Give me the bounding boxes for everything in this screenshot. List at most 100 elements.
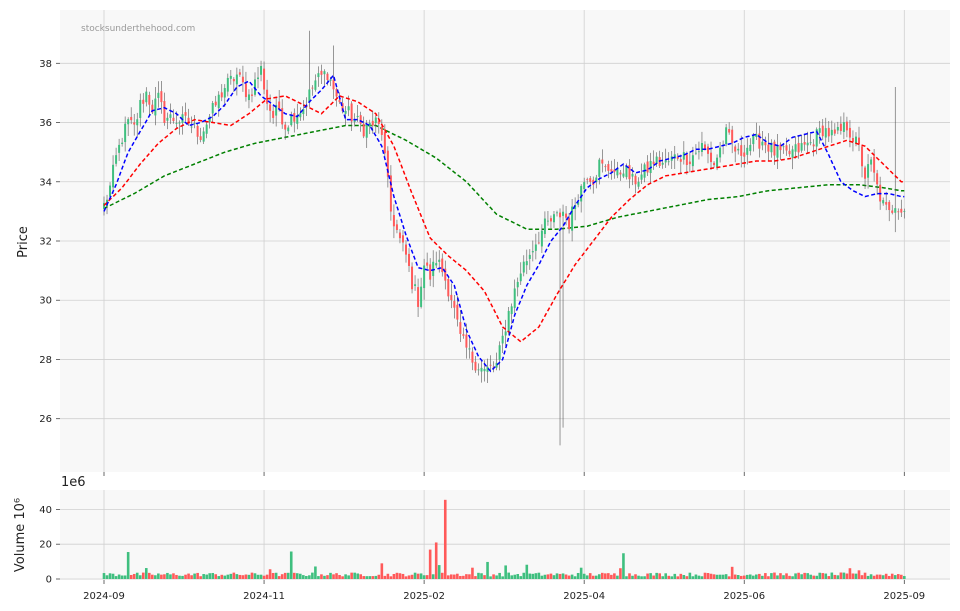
volume-bar [434,542,438,579]
volume-bar [588,573,592,579]
volume-bar [459,575,462,579]
volume-bar [265,574,269,579]
candle-body [408,253,411,266]
volume-bar [679,573,683,579]
candle-body [522,261,525,273]
candle-body [435,263,438,266]
x-tick-label: 2025-02 [403,591,445,602]
candle-body [725,127,728,145]
candle-body [229,75,232,79]
candle-body [903,210,906,212]
volume-bar [785,573,788,579]
candle-body [803,142,806,145]
candle-body [214,101,217,106]
volume-bar [453,574,456,579]
volume-bar [114,576,118,579]
candle-body [571,206,574,231]
candle-body [459,322,462,334]
candle-body [839,123,842,132]
candle-body [395,224,398,231]
candle-body [139,99,142,118]
volume-bar [335,573,338,579]
candle-body [278,101,281,109]
candle-body [556,212,558,214]
volume-bar [199,576,202,579]
volume-bar [881,575,885,579]
candle-body [118,144,121,153]
candle-body [498,345,501,360]
candle-body [362,123,365,137]
volume-bar [761,575,764,579]
volume-bar [247,574,251,579]
volume-bar [395,572,399,579]
volume-bar [362,576,366,579]
candle-body [154,98,157,116]
volume-bar [848,568,852,579]
candle-body [350,103,353,122]
volume-bar [129,574,133,579]
volume-bar [727,576,731,579]
x-tick-label: 2025-09 [883,591,925,602]
volume-bar [474,576,477,579]
volume-bar [135,572,139,579]
volume-bar [144,568,148,579]
x-tick-label: 2024-11 [243,591,285,602]
volume-bar [259,574,263,579]
candle-body [456,304,459,320]
volume-bar [160,574,163,579]
volume-bar [368,576,372,579]
candle-body [420,286,423,307]
candle-body [661,162,664,165]
candle-body [525,261,528,266]
candle-body [389,175,392,212]
candle-body [392,215,395,227]
volume-bar [416,573,420,579]
candle-body [806,142,809,146]
volume-bar [138,575,142,579]
volume-bar [739,575,743,579]
volume-bar [320,574,323,579]
volume-bar [661,576,664,579]
volume-bar [462,575,465,579]
candle-body [232,79,235,82]
price-tick-label: 30 [39,296,52,307]
volume-bar [637,575,640,579]
candle-body [477,369,480,371]
candle-body [900,208,903,213]
volume-bar [468,574,471,579]
volume-bar [854,573,858,579]
volume-bar [555,573,559,579]
volume-bar [371,576,375,579]
candle-body [580,185,583,202]
volume-bar [102,573,106,579]
candle-body [501,335,504,344]
candle-body [534,244,537,251]
volume-bar [625,576,628,579]
volume-bar [241,575,245,579]
volume-bar [546,574,550,579]
volume-bar [670,576,674,579]
candle-body [423,265,426,289]
candle-body [568,217,571,230]
candle-body [640,174,643,180]
volume-bar [700,576,704,579]
volume-bar [232,572,236,579]
volume-bar [465,574,468,579]
volume-bar [887,575,891,579]
candle-body [184,112,187,116]
candle-body [519,273,522,282]
volume-bar [893,575,897,579]
candle-body [429,264,432,280]
candle-body [205,124,208,134]
volume-bar [658,573,661,579]
candle-body [728,129,731,133]
volume-bar [703,572,707,579]
candle-body [257,77,260,79]
candle-body [109,185,112,197]
candle-body [471,351,474,363]
volume-bar [685,576,689,579]
volume-bar [166,572,169,579]
candle-body [824,128,827,138]
candle-body [559,212,562,218]
volume-bar [235,574,239,579]
